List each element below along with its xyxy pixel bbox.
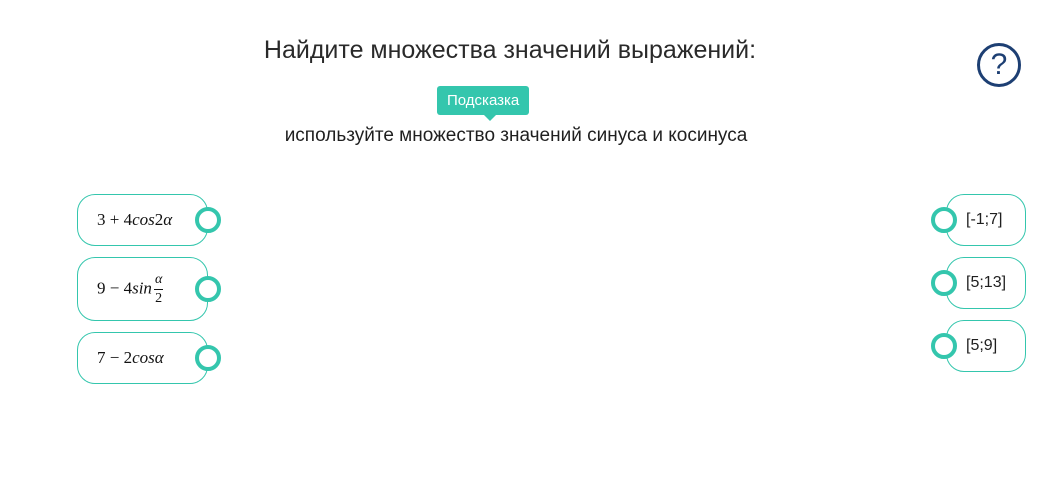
expression-1-connector[interactable] (195, 207, 221, 233)
expression-2: 9 − 4sin α 2 (97, 271, 164, 306)
help-button[interactable]: ? (977, 43, 1021, 87)
hint-button[interactable]: Подсказка (437, 86, 530, 121)
range-3: [5;9] (966, 337, 998, 354)
expression-1: 3 + 4cos2α (97, 210, 173, 229)
task-title: Найдите множества значений выражений: (263, 36, 757, 64)
range-1-connector[interactable] (931, 207, 957, 233)
range-2-connector[interactable] (931, 270, 957, 296)
expression-card-2[interactable]: 9 − 4sin α 2 (77, 257, 208, 321)
range-card-3[interactable]: [5;9] (946, 320, 1026, 372)
expression-3: 7 − 2cosα (97, 348, 164, 367)
expression-2-connector[interactable] (195, 276, 221, 302)
expression-card-1[interactable]: 3 + 4cos2α (77, 194, 208, 246)
range-2: [5;13] (966, 274, 1007, 291)
range-card-1[interactable]: [-1;7] (946, 194, 1026, 246)
range-1: [-1;7] (966, 211, 1003, 228)
expression-3-connector[interactable] (195, 345, 221, 371)
fraction: α2 (153, 271, 164, 306)
range-card-2[interactable]: [5;13] (946, 257, 1026, 309)
question-icon: ? (990, 48, 1008, 81)
hint-text: используйте множество значений синуса и … (284, 125, 748, 146)
range-3-connector[interactable] (931, 333, 957, 359)
expression-card-3[interactable]: 7 − 2cosα (77, 332, 208, 384)
